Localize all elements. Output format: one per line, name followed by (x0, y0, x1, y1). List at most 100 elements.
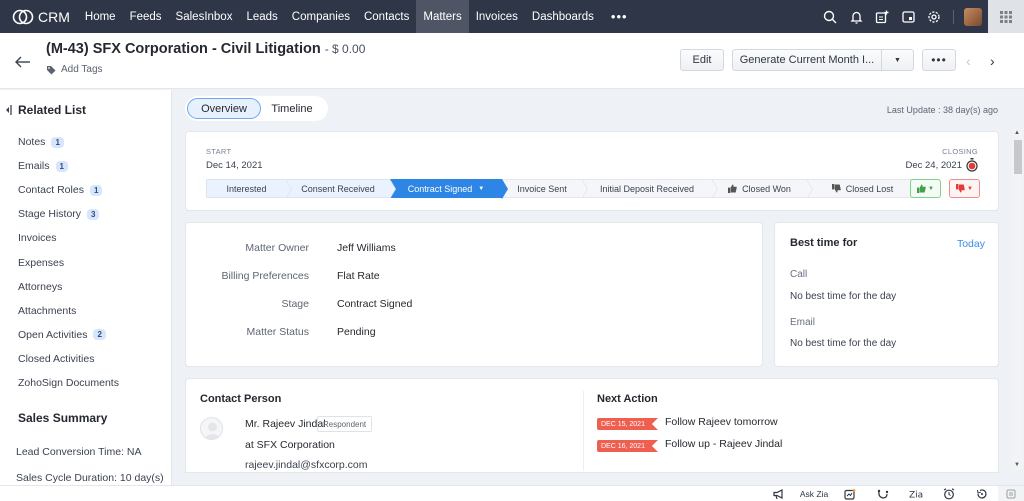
edit-button[interactable]: Edit (680, 49, 724, 71)
best-time-card: Best time for Today Call No best time fo… (774, 222, 999, 367)
new-note-icon[interactable] (869, 0, 895, 33)
related-item-zohosign-documents[interactable]: ZohoSign Documents (18, 371, 119, 395)
related-item-notes[interactable]: Notes 1 (18, 130, 119, 154)
details-card: Matter Owner Jeff Williams Billing Prefe… (185, 222, 763, 367)
related-item-open-activities[interactable]: Open Activities 2 (18, 323, 119, 347)
stage-label: Closed Won (742, 183, 791, 194)
more-actions-button[interactable]: ••• (922, 49, 956, 71)
related-item-label: Closed Activities (18, 352, 95, 365)
stage-invoice-sent[interactable]: Invoice Sent (502, 179, 588, 199)
related-item-stage-history[interactable]: Stage History 3 (18, 202, 119, 226)
tab-timeline[interactable]: Timeline (261, 98, 323, 119)
stage-closed-won[interactable]: Closed Won (712, 179, 813, 199)
cadence-icon[interactable] (866, 486, 899, 501)
nav-contacts[interactable]: Contacts (357, 0, 416, 33)
nav-leads[interactable]: Leads (239, 0, 284, 33)
ask-zia-button[interactable]: Ask Zia (795, 486, 833, 501)
field-value[interactable]: Jeff Williams (337, 242, 396, 254)
related-list-title: Related List (18, 103, 87, 117)
analytics-icon[interactable] (833, 486, 866, 501)
back-arrow-icon[interactable] (14, 53, 32, 71)
caret-down-icon: ▼ (967, 185, 973, 192)
nav-more-button[interactable]: ••• (601, 0, 638, 33)
mark-won-button[interactable]: ▼ (910, 179, 941, 198)
thumbs-up-icon (917, 184, 926, 193)
related-list-sidebar: Related List Notes 1 Emails 1 Contact Role… (0, 90, 172, 485)
add-tags-button[interactable]: Add Tags (46, 64, 103, 75)
bottom-toolbar: Ask Zia Zia (0, 485, 1024, 501)
stage-initial-deposit-received[interactable]: Initial Deposit Received (582, 179, 718, 199)
related-item-label: Expenses (18, 256, 65, 269)
scroll-down-arrow-icon[interactable]: ▼ (1014, 462, 1020, 468)
related-item-closed-activities[interactable]: Closed Activities (18, 347, 119, 371)
bell-icon[interactable] (843, 0, 869, 33)
field-stage: Stage Contract Signed (186, 298, 764, 312)
field-value[interactable]: Pending (337, 326, 376, 338)
next-record-button[interactable]: › (990, 53, 995, 69)
alarm-clock-icon[interactable] (932, 486, 965, 501)
collapse-sidebar-icon[interactable] (5, 105, 13, 118)
nav-matters[interactable]: Matters (416, 0, 469, 33)
record-name: (M-43) SFX Corporation - Civil Litigatio… (46, 41, 321, 57)
action-date-tag: DEC 15, 2021 (597, 418, 658, 430)
related-item-invoices[interactable]: Invoices (18, 226, 119, 250)
best-time-period-dropdown[interactable]: Today (957, 238, 985, 250)
caret-down-icon: ▼ (478, 185, 485, 192)
user-avatar[interactable] (964, 7, 982, 26)
field-value[interactable]: Flat Rate (337, 270, 380, 282)
scroll-thumb[interactable] (1014, 140, 1022, 174)
stage-label: Contract Signed (407, 183, 473, 194)
related-item-label: Stage History (18, 208, 82, 221)
nav-companies[interactable]: Companies (285, 0, 357, 33)
contact-name[interactable]: Mr. Rajeev Jindal (245, 418, 326, 430)
history-icon[interactable] (965, 486, 998, 501)
gear-icon[interactable] (921, 0, 947, 33)
nav-dashboards[interactable]: Dashboards (525, 0, 601, 33)
email-label: Email (790, 317, 816, 328)
contact-role-badge: Respondent (317, 416, 373, 432)
stage-label: Closed Lost (845, 183, 894, 194)
nav-salesinbox[interactable]: SalesInbox (169, 0, 240, 33)
search-icon[interactable] (817, 0, 843, 33)
stopwatch-icon (966, 158, 978, 175)
generate-dropdown-button[interactable]: ▼ (881, 49, 914, 71)
related-item-expenses[interactable]: Expenses (18, 250, 119, 274)
contact-company[interactable]: at SFX Corporation (245, 439, 335, 451)
nav-home[interactable]: Home (78, 0, 123, 33)
stage-consent-received[interactable]: Consent Received (286, 179, 396, 199)
tab-overview[interactable]: Overview (187, 98, 261, 119)
email-best-time: No best time for the day (790, 338, 897, 349)
related-item-label: Notes (18, 136, 46, 149)
related-item-label: Contact Roles (18, 184, 84, 197)
related-item-emails[interactable]: Emails 1 (18, 154, 119, 178)
vertical-scrollbar[interactable]: ▲ ▼ (1012, 130, 1023, 470)
scroll-up-arrow-icon[interactable]: ▲ (1014, 130, 1020, 136)
view-tabs: Overview Timeline (185, 96, 328, 121)
crm-logo[interactable]: CRM (0, 9, 70, 25)
previous-record-button[interactable]: ‹ (966, 53, 971, 69)
calendar-icon[interactable] (895, 0, 921, 33)
contact-avatar (200, 417, 223, 440)
stage-closed-lost[interactable]: Closed Lost (807, 179, 919, 198)
related-item-attorneys[interactable]: Attorneys (18, 275, 119, 299)
action-item[interactable]: Follow up - Rajeev Jindal (665, 438, 782, 450)
nav-feeds[interactable]: Feeds (123, 0, 169, 33)
action-item[interactable]: Follow Rajeev tomorrow (665, 416, 778, 428)
field-value[interactable]: Contract Signed (337, 298, 412, 310)
generate-invoice-button[interactable]: Generate Current Month I... (732, 49, 882, 71)
related-item-attachments[interactable]: Attachments (18, 299, 119, 323)
nav-invoices[interactable]: Invoices (469, 0, 525, 33)
stage-contract-signed[interactable]: Contract Signed ▼ (390, 179, 508, 199)
apps-grid-icon[interactable] (988, 0, 1024, 33)
mark-lost-button[interactable]: ▼ (949, 179, 980, 198)
related-item-contact-roles[interactable]: Contact Roles 1 (18, 178, 119, 202)
announcement-icon[interactable] (762, 486, 795, 501)
zia-icon[interactable]: Zia (899, 486, 932, 501)
count-badge: 1 (55, 160, 68, 172)
action-date-tag: DEC 16, 2021 (597, 440, 658, 452)
contact-email[interactable]: rajeev.jindal@sfxcorp.com (245, 459, 368, 471)
stage-interested[interactable]: Interested (206, 179, 292, 199)
notes-panel-icon[interactable] (998, 486, 1024, 501)
related-item-label: ZohoSign Documents (18, 376, 119, 389)
caret-down-icon: ▼ (928, 185, 934, 192)
